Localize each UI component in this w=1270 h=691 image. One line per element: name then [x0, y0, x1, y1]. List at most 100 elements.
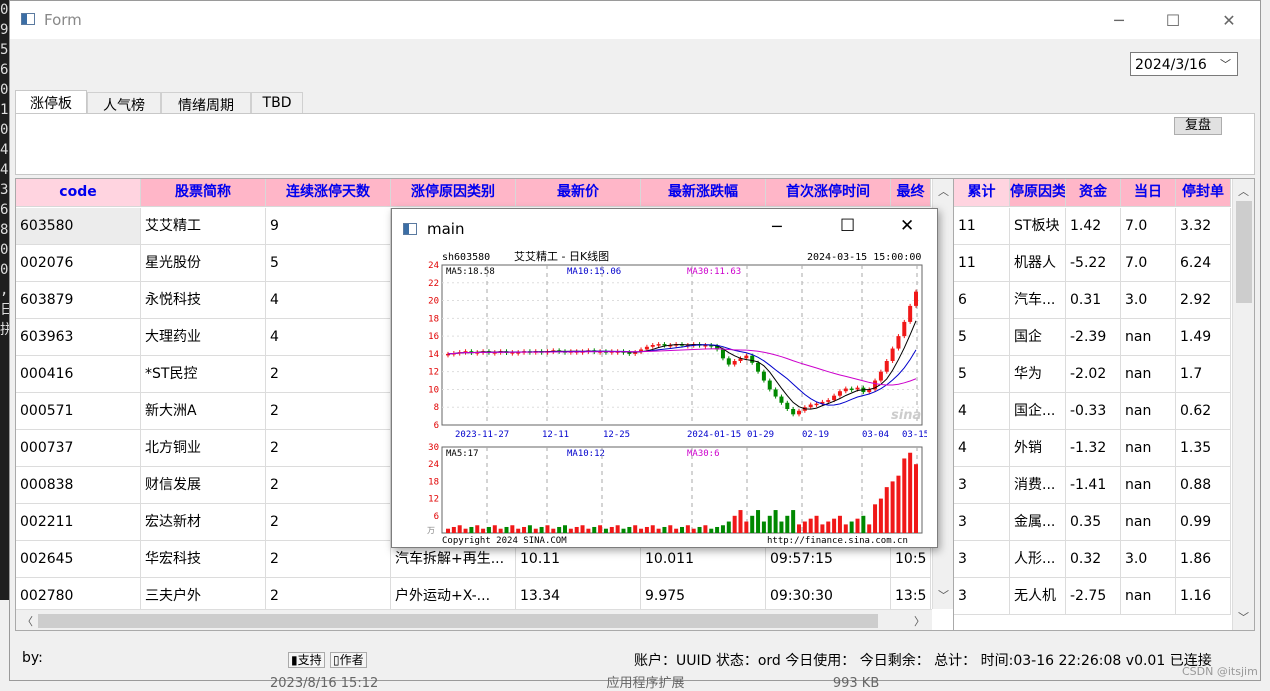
table-cell[interactable]: 603580 [16, 208, 141, 245]
table-cell[interactable]: 0.32 [1066, 541, 1121, 578]
column-header[interactable]: 停原因类 [1010, 179, 1066, 207]
table-cell[interactable]: 5 [954, 319, 1010, 356]
table-cell[interactable]: nan [1121, 393, 1176, 430]
table-cell[interactable]: 9 [266, 208, 391, 245]
table-cell[interactable]: nan [1121, 319, 1176, 356]
table-cell[interactable]: 1.42 [1066, 208, 1121, 245]
table-cell[interactable]: 4 [266, 319, 391, 356]
chevron-down-icon[interactable]: ﹀ [1220, 56, 1231, 72]
table-cell[interactable]: 000838 [16, 467, 141, 504]
table-cell[interactable]: ST板块 [1010, 208, 1066, 245]
table-cell[interactable]: nan [1121, 356, 1176, 393]
table-cell[interactable]: 财信发展 [141, 467, 266, 504]
table-cell[interactable]: -5.22 [1066, 245, 1121, 282]
column-header[interactable]: 最新价 [516, 179, 641, 207]
table-cell[interactable]: 金属... [1010, 504, 1066, 541]
table-cell[interactable]: nan [1121, 430, 1176, 467]
table-cell[interactable]: nan [1121, 578, 1176, 615]
table-cell[interactable]: 国企 [1010, 319, 1066, 356]
table-cell[interactable]: 603963 [16, 319, 141, 356]
table-cell[interactable]: 机器人 [1010, 245, 1066, 282]
column-header[interactable]: 最新涨跌幅 [641, 179, 766, 207]
tab-popularity[interactable]: 人气榜 [87, 92, 161, 114]
column-header[interactable]: 资金 [1066, 179, 1121, 207]
scroll-up-icon[interactable]: ︿ [1238, 183, 1249, 199]
table-cell[interactable]: 国企... [1010, 393, 1066, 430]
scroll-right-icon[interactable]: 〉 [914, 613, 925, 629]
column-header[interactable]: 停封单 [1176, 179, 1231, 207]
scroll-thumb[interactable] [38, 614, 878, 628]
table-cell[interactable]: 2 [266, 541, 391, 578]
column-header[interactable]: 首次涨停时间 [766, 179, 891, 207]
table-cell[interactable]: 2.92 [1176, 282, 1231, 319]
table-cell[interactable]: -1.41 [1066, 467, 1121, 504]
table-cell[interactable]: -0.33 [1066, 393, 1121, 430]
table-cell[interactable]: 0.62 [1176, 393, 1231, 430]
column-header[interactable]: 股票简称 [141, 179, 266, 207]
scroll-thumb[interactable] [1236, 201, 1252, 303]
column-header[interactable]: 连续涨停天数 [266, 179, 391, 207]
table-cell[interactable]: nan [1121, 504, 1176, 541]
author-button[interactable]: ▯作者 [330, 652, 367, 668]
table-cell[interactable]: 000571 [16, 393, 141, 430]
table-cell[interactable]: 汽车... [1010, 282, 1066, 319]
tab-limit-up[interactable]: 涨停板 [15, 90, 87, 114]
table-cell[interactable]: 4 [954, 430, 1010, 467]
maximize-button[interactable]: ☐ [1145, 1, 1201, 39]
table-cell[interactable]: 0.99 [1176, 504, 1231, 541]
column-header[interactable]: code [16, 179, 141, 207]
table-cell[interactable]: -2.75 [1066, 578, 1121, 615]
table-cell[interactable]: 艾艾精工 [141, 208, 266, 245]
column-header[interactable]: 累计 [954, 179, 1010, 207]
table-cell[interactable]: 北方铜业 [141, 430, 266, 467]
table-cell[interactable]: 1.16 [1176, 578, 1231, 615]
table-cell[interactable]: 6 [954, 282, 1010, 319]
table-cell[interactable]: 无人机 [1010, 578, 1066, 615]
table-cell[interactable]: 4 [954, 393, 1010, 430]
date-picker[interactable]: 2024/3/16 ﹀ [1130, 52, 1238, 76]
table-cell[interactable]: -2.39 [1066, 319, 1121, 356]
table-cell[interactable]: 2 [266, 504, 391, 541]
scroll-down-icon[interactable]: ﹀ [1238, 609, 1249, 625]
support-button[interactable]: ▮支持 [288, 652, 325, 668]
table-cell[interactable]: 3.0 [1121, 282, 1176, 319]
table-cell[interactable]: 3 [954, 467, 1010, 504]
table-cell[interactable]: 0.35 [1066, 504, 1121, 541]
table-cell[interactable]: 宏达新材 [141, 504, 266, 541]
table-cell[interactable]: 2 [266, 356, 391, 393]
table-cell[interactable]: 大理药业 [141, 319, 266, 356]
table-cell[interactable]: 3 [954, 504, 1010, 541]
table-cell[interactable]: 1.86 [1176, 541, 1231, 578]
table-cell[interactable]: 000737 [16, 430, 141, 467]
table-cell[interactable]: 新大洲A [141, 393, 266, 430]
close-button[interactable]: ✕ [1201, 1, 1257, 39]
table-cell[interactable]: -2.02 [1066, 356, 1121, 393]
table-cell[interactable]: 2 [266, 467, 391, 504]
scroll-left-icon[interactable]: 〈 [22, 613, 33, 629]
table-cell[interactable]: 4 [266, 282, 391, 319]
chart-popup-window[interactable]: main ─ ☐ ✕ sh603580 艾艾精工 - 日K线图 2024-03-15… [391, 208, 938, 548]
table-cell[interactable]: 3 [954, 541, 1010, 578]
table-cell[interactable]: 2 [266, 393, 391, 430]
title-bar[interactable]: Form ─ ☐ ✕ [10, 1, 1260, 39]
tab-tbd[interactable]: TBD [251, 92, 303, 114]
column-header[interactable]: 最终 [891, 179, 931, 207]
table-cell[interactable]: nan [1121, 467, 1176, 504]
popup-close-button[interactable]: ✕ [900, 216, 914, 236]
popup-maximize-button[interactable]: ☐ [840, 216, 855, 236]
table-cell[interactable]: 7.0 [1121, 208, 1176, 245]
scroll-up-icon[interactable]: ︿ [938, 183, 949, 199]
table-cell[interactable]: 002211 [16, 504, 141, 541]
table-cell[interactable]: 2 [266, 430, 391, 467]
table-cell[interactable]: 002076 [16, 245, 141, 282]
column-header[interactable]: 涨停原因类别 [391, 179, 516, 207]
table-cell[interactable]: 6.24 [1176, 245, 1231, 282]
table-cell[interactable]: 1.35 [1176, 430, 1231, 467]
table-cell[interactable]: 星光股份 [141, 245, 266, 282]
tab-sentiment-cycle[interactable]: 情绪周期 [161, 92, 251, 114]
table-cell[interactable]: 3.32 [1176, 208, 1231, 245]
table-cell[interactable]: -1.32 [1066, 430, 1121, 467]
table-cell[interactable]: 002645 [16, 541, 141, 578]
table-cell[interactable]: 5 [954, 356, 1010, 393]
table-cell[interactable]: 000416 [16, 356, 141, 393]
